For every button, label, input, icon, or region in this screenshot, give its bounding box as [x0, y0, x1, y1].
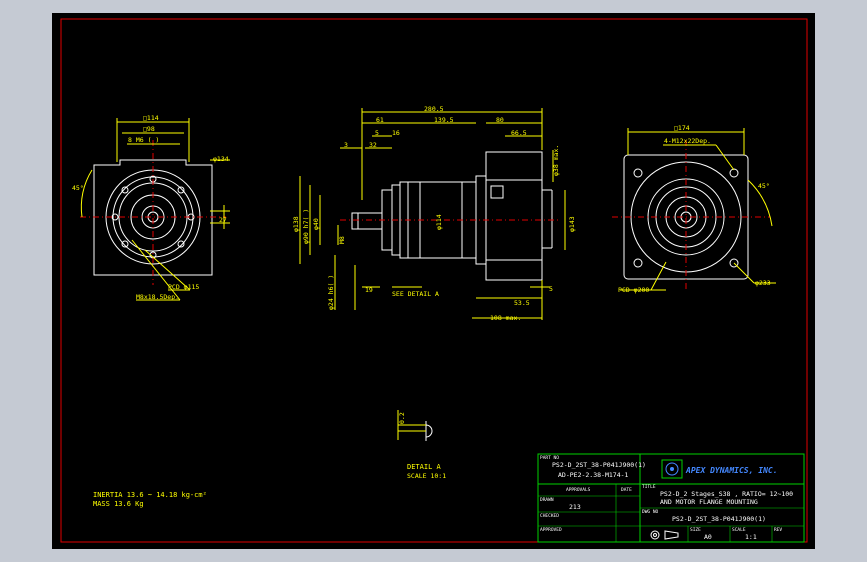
dim-m8: M8 — [338, 236, 346, 244]
dim-16: 16 — [392, 129, 400, 137]
dwg-no-label: DWG NO — [642, 509, 659, 515]
angle-45-left: 45° — [72, 184, 84, 192]
dim-66-5: 66.5 — [511, 129, 527, 137]
dim-sq-98: □98 — [143, 125, 155, 133]
dim-27: 27 — [219, 216, 227, 224]
dim-dia-233: φ233 — [755, 279, 771, 287]
size-value: A0 — [704, 533, 712, 541]
dim-dia-138: φ138 — [292, 216, 300, 232]
rev-label: REV — [774, 527, 782, 533]
holes-label: 4-M12x22Dep. — [664, 137, 711, 145]
part-no-2: AD-PE2-2.38-M174-1 — [558, 471, 629, 479]
dim-overall-length: 280.5 — [424, 105, 444, 113]
dim-sq-114: □114 — [143, 114, 159, 122]
thread-m8-label: M8x18.5Dep. — [136, 293, 179, 301]
dim-139-5: 139.5 — [434, 116, 454, 124]
dim-80: 80 — [496, 116, 504, 124]
dim-dia-134: φ134 — [213, 155, 229, 163]
title-block: PART NO PS2-D_2ST_38-P041J900(1) AD-PE2-… — [537, 453, 805, 543]
dim-dia-24: φ24 h6( ) — [327, 275, 335, 310]
detail-a-scale: SCALE 10:1 — [407, 472, 446, 480]
dim-dia-90: φ90 h7( ) — [302, 209, 310, 244]
see-detail-label: SEE DETAIL A — [392, 290, 439, 298]
mass-note: MASS 13.6 Kg — [93, 500, 144, 508]
dim-19: 19 — [365, 286, 373, 294]
company-logo — [661, 459, 683, 479]
company-name: APEX DYNAMICS, INC. — [685, 466, 778, 475]
title-line-2: AND MOTOR FLANGE MOUNTING — [660, 498, 758, 506]
side-view: 280.5 61 139.5 80 66.5 5 16 3 32 φ138 φ9… — [292, 105, 576, 322]
drawing-canvas: □114 □98 8 M6 ( ) φ134 45° 27 PCD φ115 M… — [60, 18, 808, 543]
scale-label: SCALE — [732, 527, 746, 533]
cad-viewer: □114 □98 8 M6 ( ) φ134 45° 27 PCD φ115 M… — [0, 0, 867, 562]
pcd-200-label: PCD φ200 — [618, 286, 649, 294]
angle-45-right: 45° — [758, 182, 770, 190]
drawn-label: DRAWN — [540, 497, 554, 503]
bolt-pattern-label: 8 M6 ( ) — [128, 136, 159, 144]
approved-label: APPROVED — [540, 527, 562, 533]
part-no-1: PS2-D_2ST_38-P041J900(1) — [552, 461, 646, 469]
detail-a: 0.2 DETAIL A SCALE 10:1 — [397, 410, 446, 480]
dim-108: 108 max. — [490, 314, 521, 322]
detail-a-title: DETAIL A — [407, 463, 442, 471]
drawing-sheet[interactable]: □114 □98 8 M6 ( ) φ134 45° 27 PCD φ115 M… — [52, 13, 815, 549]
dim-53-5: 53.5 — [514, 299, 530, 307]
dim-5-top: 5 — [375, 129, 379, 137]
dim-dia-114: φ114 — [435, 214, 443, 230]
dim-3: 3 — [344, 141, 348, 149]
size-label: SIZE — [690, 527, 701, 533]
date-label: DATE — [621, 487, 632, 493]
title-line-1: PS2-D_2 Stages_S38 , RATIO= 12~100 — [660, 490, 793, 498]
dim-sq-174: □174 — [674, 124, 690, 132]
inertia-note: INERTIA 13.6 ~ 14.18 kg-cm² — [93, 491, 207, 499]
approvals-label: APPROVALS — [566, 487, 591, 493]
dim-5-bottom: 5 — [549, 285, 553, 293]
drawn-value: 213 — [569, 503, 581, 511]
detail-dim: 0.2 — [398, 412, 406, 424]
right-view: □174 4-M12x22Dep. 45° PCD φ200 φ233 — [612, 124, 776, 294]
checked-label: CHECKED — [540, 513, 559, 519]
dim-61: 61 — [376, 116, 384, 124]
dim-dia-38: φ38 max. — [552, 145, 560, 176]
pcd-115-label: PCD φ115 — [168, 283, 199, 291]
notes: INERTIA 13.6 ~ 14.18 kg-cm² MASS 13.6 Kg — [93, 491, 207, 508]
left-view: □114 □98 8 M6 ( ) φ134 45° 27 PCD φ115 M… — [72, 114, 230, 301]
dim-32: 32 — [369, 141, 377, 149]
projection-symbol-icon — [650, 530, 679, 540]
scale-value: 1:1 — [745, 533, 757, 541]
dim-dia-143: φ143 — [568, 216, 576, 232]
dim-dia-40: φ40 — [312, 218, 320, 230]
title-label: TITLE — [642, 484, 656, 490]
dwg-no-value: PS2-D_2ST_38-P041J900(1) — [672, 515, 766, 523]
